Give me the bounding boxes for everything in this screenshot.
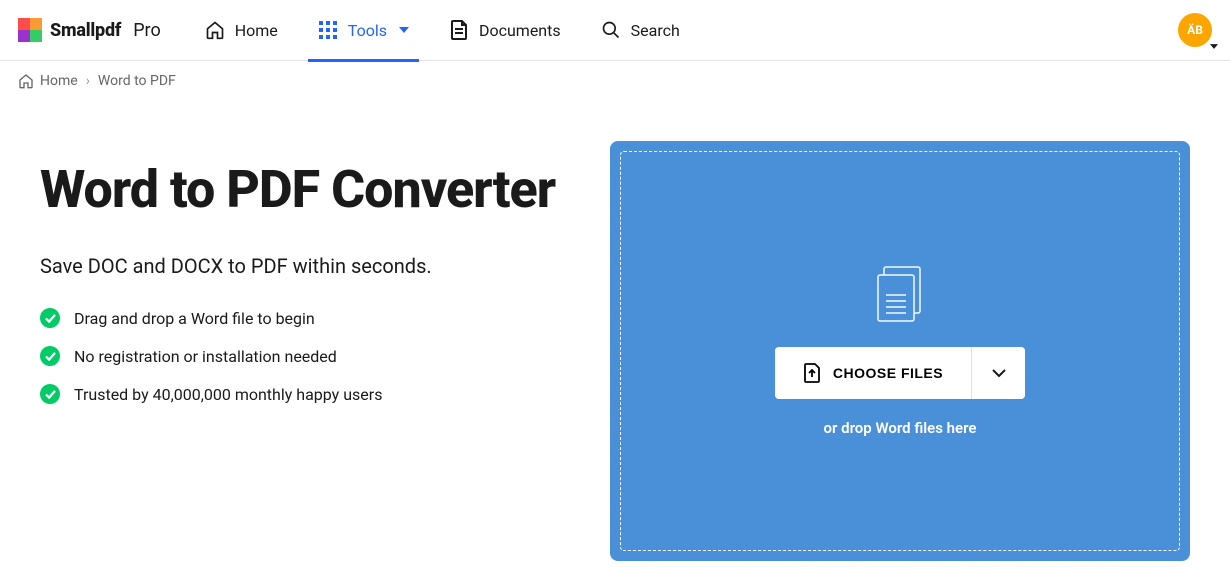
check-icon <box>40 384 60 404</box>
nav-search-label: Search <box>631 21 680 40</box>
breadcrumb-separator: › <box>86 73 90 89</box>
home-icon <box>205 20 225 40</box>
page-subtitle: Save DOC and DOCX to PDF within seconds. <box>40 254 570 278</box>
nav: Home Tools Documents Search <box>201 0 684 61</box>
breadcrumb: Home › Word to PDF <box>0 61 1230 101</box>
files-icon <box>872 265 928 327</box>
breadcrumb-home[interactable]: Home <box>18 73 78 89</box>
page-title: Word to PDF Converter <box>40 161 570 218</box>
top-navbar: Smallpdf Pro Home Tools Documents <box>0 0 1230 61</box>
chevron-down-icon <box>399 27 409 33</box>
left-column: Word to PDF Converter Save DOC and DOCX … <box>40 141 570 561</box>
chevron-down-icon <box>992 369 1006 377</box>
choose-files-label: CHOOSE FILES <box>833 365 943 381</box>
choose-files-group: CHOOSE FILES <box>775 347 1025 399</box>
grid-icon <box>318 20 338 40</box>
document-icon <box>449 20 469 40</box>
nav-home-label: Home <box>235 21 278 40</box>
main-content: Word to PDF Converter Save DOC and DOCX … <box>0 101 1230 561</box>
avatar[interactable]: ÄB <box>1178 13 1212 47</box>
nav-documents[interactable]: Documents <box>445 0 565 61</box>
choose-files-button[interactable]: CHOOSE FILES <box>775 347 971 399</box>
upload-icon <box>803 363 821 383</box>
feature-list: Drag and drop a Word file to begin No re… <box>40 308 570 404</box>
list-item-text: No registration or installation needed <box>74 347 337 366</box>
home-icon <box>18 73 34 89</box>
list-item-text: Trusted by 40,000,000 monthly happy user… <box>74 385 382 404</box>
nav-tools[interactable]: Tools <box>314 0 413 61</box>
nav-search[interactable]: Search <box>597 0 684 61</box>
list-item: Trusted by 40,000,000 monthly happy user… <box>40 384 570 404</box>
chevron-down-icon <box>1210 44 1218 49</box>
file-drop-zone[interactable]: CHOOSE FILES or drop Word files here <box>610 141 1190 561</box>
list-item: Drag and drop a Word file to begin <box>40 308 570 328</box>
check-icon <box>40 346 60 366</box>
choose-files-dropdown[interactable] <box>971 347 1025 399</box>
nav-documents-label: Documents <box>479 21 561 40</box>
brand-name: Smallpdf <box>50 20 121 41</box>
drop-hint: or drop Word files here <box>824 419 977 437</box>
logo-mark-icon <box>18 18 42 42</box>
nav-tools-label: Tools <box>348 21 387 40</box>
check-icon <box>40 308 60 328</box>
logo[interactable]: Smallpdf Pro <box>18 18 161 42</box>
breadcrumb-home-label: Home <box>40 73 78 89</box>
list-item-text: Drag and drop a Word file to begin <box>74 309 315 328</box>
avatar-initials: ÄB <box>1187 23 1203 37</box>
nav-home[interactable]: Home <box>201 0 282 61</box>
list-item: No registration or installation needed <box>40 346 570 366</box>
breadcrumb-current: Word to PDF <box>98 73 176 89</box>
search-icon <box>601 20 621 40</box>
brand-suffix: Pro <box>133 20 161 41</box>
